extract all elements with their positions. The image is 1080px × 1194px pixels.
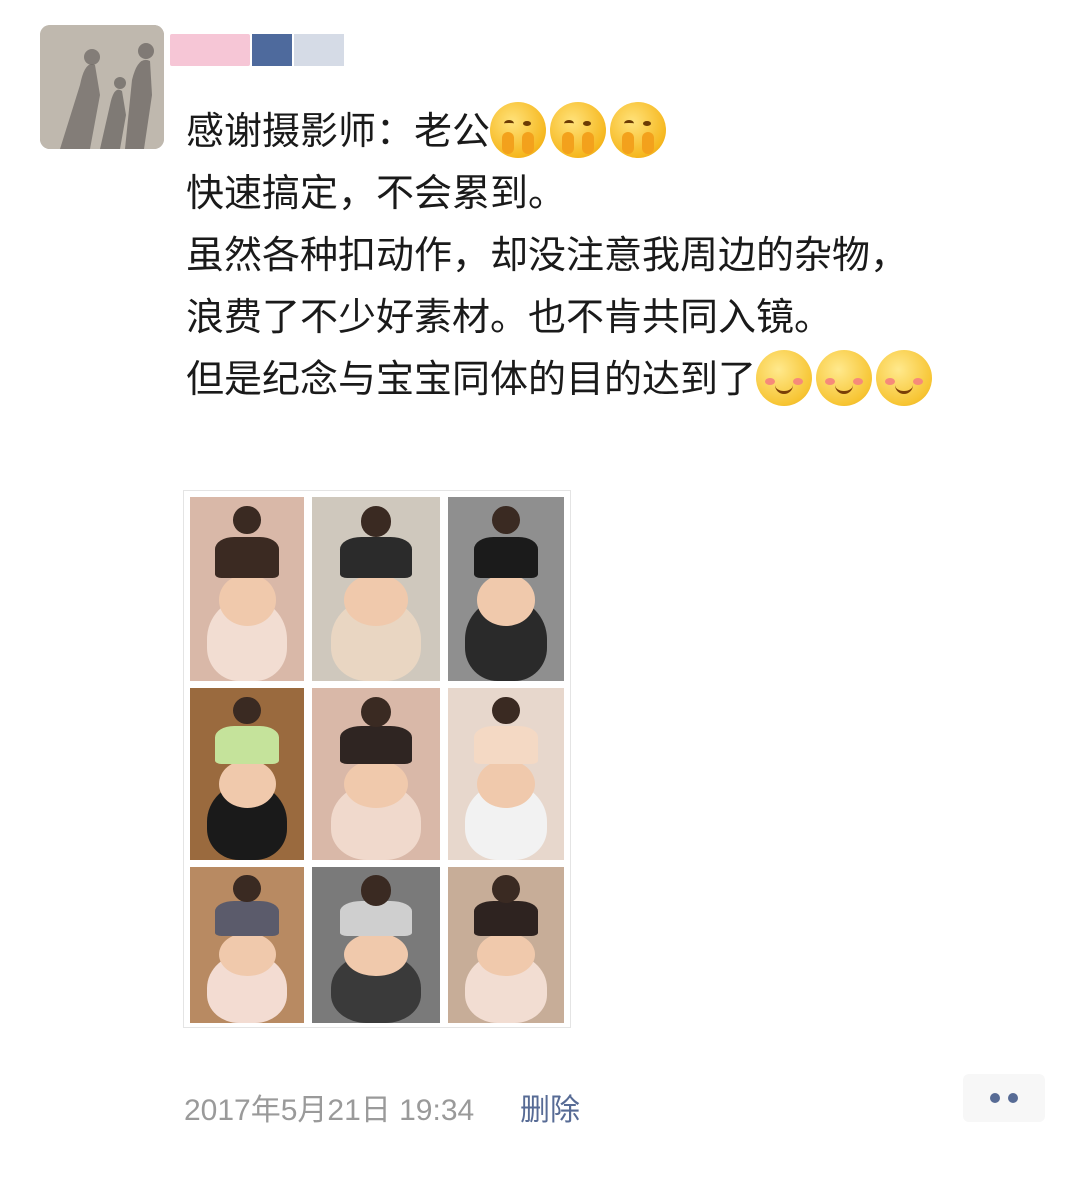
photo-6[interactable] bbox=[448, 688, 564, 860]
author-name[interactable] bbox=[170, 28, 350, 68]
post-text: 感谢摄影师：老公 快速搞定，不会累到。 虽然各种扣动作，却没注意我周边的杂物， … bbox=[186, 100, 1046, 410]
photo-8[interactable] bbox=[312, 867, 440, 1023]
post-line-1: 感谢摄影师：老公 bbox=[186, 109, 491, 153]
more-actions-button[interactable] bbox=[963, 1074, 1045, 1122]
redacted-name-block bbox=[170, 34, 250, 66]
post-line-3: 虽然各种扣动作，却没注意我周边的杂物， bbox=[186, 233, 909, 277]
photo-1[interactable] bbox=[190, 497, 304, 681]
smile-emoji-icon bbox=[816, 350, 873, 406]
more-dot-icon bbox=[990, 1093, 1000, 1103]
photo-collage[interactable] bbox=[183, 490, 571, 1028]
photo-7[interactable] bbox=[190, 867, 304, 1023]
avatar[interactable] bbox=[40, 25, 164, 149]
photo-2[interactable] bbox=[312, 497, 440, 681]
photo-5[interactable] bbox=[312, 688, 440, 860]
more-dot-icon bbox=[1008, 1093, 1018, 1103]
post-line-2: 快速搞定，不会累到。 bbox=[186, 171, 567, 215]
photo-9[interactable] bbox=[448, 867, 564, 1023]
shy-emoji-icon bbox=[610, 102, 667, 158]
post-line-4: 浪费了不少好素材。也不肯共同入镜。 bbox=[186, 295, 833, 339]
delete-link[interactable]: 删除 bbox=[520, 1085, 580, 1129]
shy-emoji-icon bbox=[490, 102, 547, 158]
photo-4[interactable] bbox=[190, 688, 304, 860]
avatar-image bbox=[40, 25, 164, 149]
post-timestamp: 2017年5月21日 19:34 bbox=[184, 1094, 475, 1127]
smile-emoji-icon bbox=[876, 350, 933, 406]
post-line-5: 但是纪念与宝宝同体的目的达到了 bbox=[186, 357, 757, 401]
redacted-name-block bbox=[294, 34, 344, 66]
smile-emoji-icon bbox=[756, 350, 813, 406]
redacted-name-block bbox=[252, 34, 292, 66]
shy-emoji-icon bbox=[550, 102, 607, 158]
photo-3[interactable] bbox=[448, 497, 564, 681]
